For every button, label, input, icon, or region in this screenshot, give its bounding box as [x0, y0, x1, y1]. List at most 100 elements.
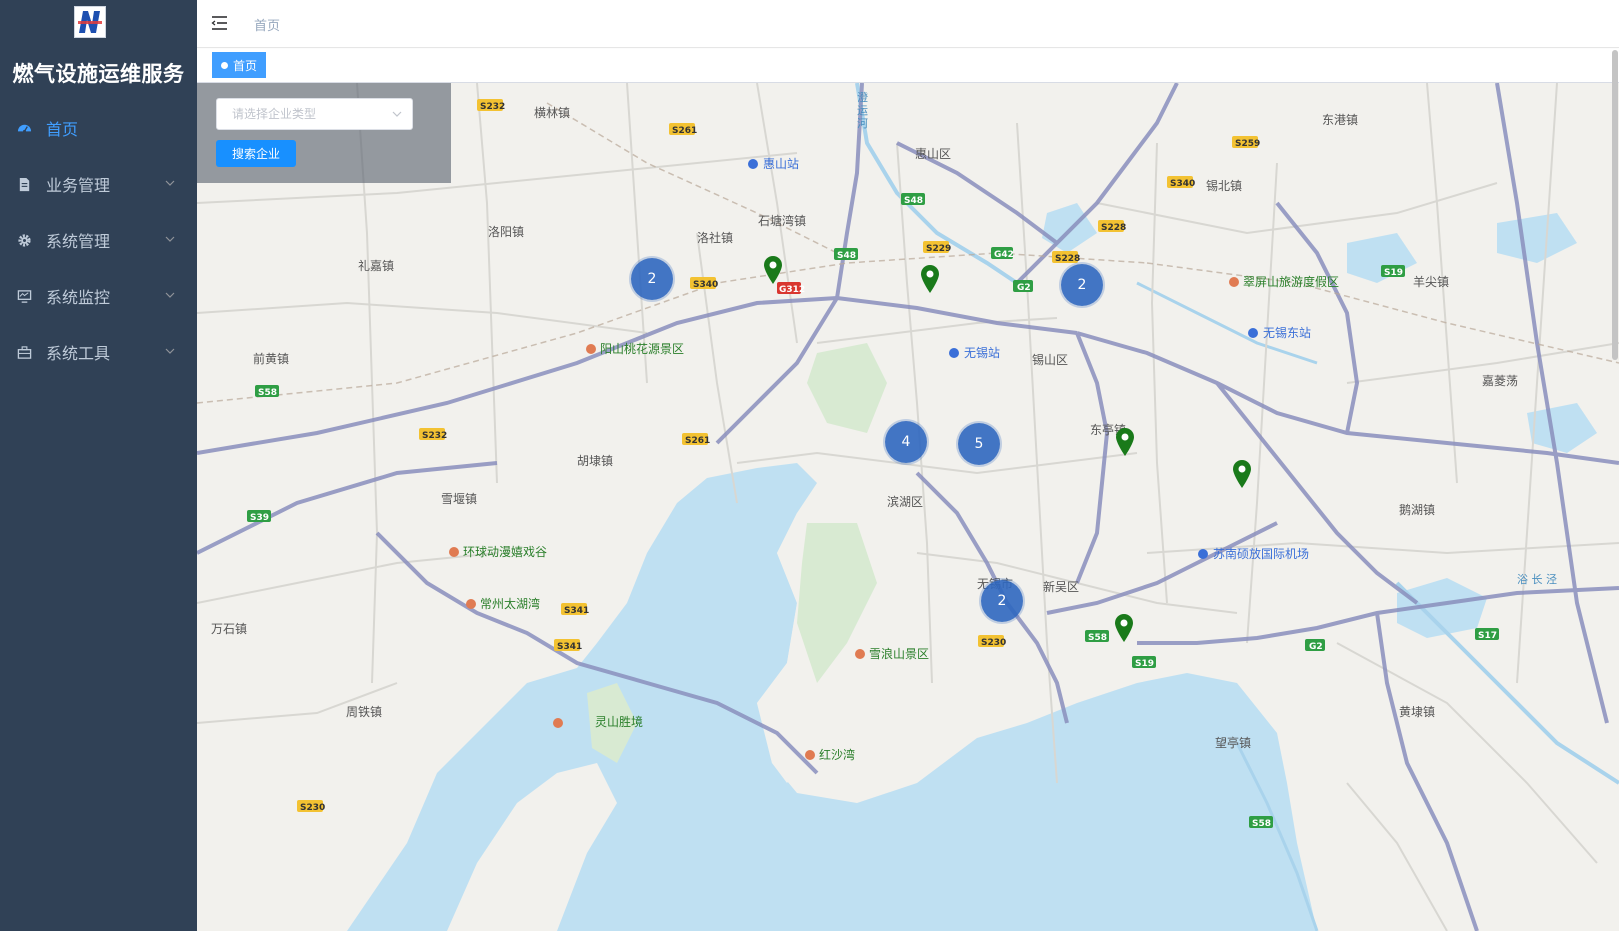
svg-text:羊尖镇: 羊尖镇	[1413, 274, 1449, 289]
sidebar-item-label: 系统管理	[46, 232, 111, 251]
sidebar-item-business[interactable]: 业务管理	[0, 156, 197, 212]
app-logo	[74, 6, 106, 38]
map-cluster[interactable]: 2	[631, 258, 673, 300]
svg-text:无锡站: 无锡站	[964, 345, 1000, 360]
document-icon	[16, 176, 32, 192]
search-company-button[interactable]: 搜索企业	[216, 140, 296, 167]
company-type-select[interactable]: 请选择企业类型	[216, 98, 413, 130]
svg-text:S341: S341	[557, 642, 582, 652]
svg-text:S340: S340	[693, 280, 718, 290]
map-canvas[interactable]: 横林镇 洛阳镇 礼嘉镇 前黄镇 胡埭镇 雪堰镇 万石镇 周铁镇 洛社镇 石塘湾镇…	[197, 83, 1619, 931]
svg-text:G312: G312	[779, 285, 805, 295]
svg-text:S230: S230	[981, 638, 1006, 648]
cluster-count: 5	[974, 436, 984, 452]
svg-text:阳山桃花源景区: 阳山桃花源景区	[600, 341, 684, 356]
map-cluster[interactable]: 2	[1061, 264, 1103, 306]
svg-text:锡北镇: 锡北镇	[1206, 178, 1242, 193]
cluster-count: 4	[901, 434, 911, 450]
svg-text:S19: S19	[1135, 659, 1154, 669]
svg-text:浴 长 泾: 浴 长 泾	[1517, 573, 1557, 586]
chevron-down-icon	[165, 236, 175, 242]
svg-text:河: 河	[857, 117, 868, 130]
svg-text:S261: S261	[685, 436, 710, 446]
svg-text:S19: S19	[1384, 268, 1403, 278]
svg-text:S58: S58	[1252, 819, 1271, 829]
svg-text:万石镇: 万石镇	[211, 622, 247, 636]
tags-view: 首页	[197, 49, 1619, 83]
svg-text:G42: G42	[994, 250, 1014, 260]
svg-text:东港镇: 东港镇	[1322, 113, 1358, 127]
chevron-down-icon	[165, 292, 175, 298]
svg-text:石塘湾镇: 石塘湾镇	[758, 213, 806, 228]
svg-text:无锡东站: 无锡东站	[1263, 325, 1311, 340]
chevron-down-icon	[165, 180, 175, 186]
svg-text:S48: S48	[837, 251, 856, 261]
svg-text:雪堰镇: 雪堰镇	[441, 492, 477, 506]
sidebar-item-label: 首页	[46, 120, 79, 139]
top-navbar: 首页	[197, 0, 1619, 48]
svg-text:G2: G2	[1309, 642, 1323, 652]
svg-text:S229: S229	[926, 244, 951, 254]
gear-icon	[16, 232, 32, 248]
svg-text:嘉菱荡: 嘉菱荡	[1482, 374, 1518, 388]
svg-text:横林镇: 横林镇	[534, 106, 570, 120]
svg-text:S232: S232	[480, 102, 505, 112]
sidebar-item-system[interactable]: 系统管理	[0, 212, 197, 268]
svg-text:S228: S228	[1101, 223, 1126, 233]
svg-text:S230: S230	[300, 803, 325, 813]
svg-text:红沙湾: 红沙湾	[819, 747, 855, 762]
svg-text:S228: S228	[1055, 254, 1080, 264]
map-pin-icon[interactable]	[762, 255, 784, 285]
svg-text:惠山站: 惠山站	[763, 157, 799, 171]
svg-text:灵山胜境: 灵山胜境	[595, 714, 643, 729]
cluster-count: 2	[997, 593, 1007, 609]
svg-text:G2: G2	[1017, 283, 1031, 293]
svg-text:望亭镇: 望亭镇	[1215, 735, 1251, 750]
map-pin-icon[interactable]	[1114, 427, 1136, 457]
svg-text:澄: 澄	[857, 90, 868, 104]
map-pin-icon[interactable]	[919, 264, 941, 294]
svg-text:胡埭镇: 胡埭镇	[577, 454, 613, 468]
svg-text:S232: S232	[422, 431, 447, 441]
svg-text:S58: S58	[258, 388, 277, 398]
svg-text:惠山区: 惠山区	[915, 147, 951, 161]
svg-text:洛社镇: 洛社镇	[697, 230, 733, 245]
sidebar-item-tools[interactable]: 系统工具	[0, 324, 197, 380]
select-placeholder: 请选择企业类型	[232, 107, 317, 121]
svg-text:苏南硕放国际机场: 苏南硕放国际机场	[1213, 546, 1309, 561]
tag-home[interactable]: 首页	[212, 52, 267, 78]
svg-text:S39: S39	[250, 513, 269, 523]
map-pin-icon[interactable]	[1113, 613, 1135, 643]
page-scrollbar[interactable]	[1612, 50, 1618, 360]
sidebar-item-monitor[interactable]: 系统监控	[0, 268, 197, 324]
svg-text:S58: S58	[1088, 633, 1107, 643]
tag-label: 首页	[233, 58, 258, 73]
cluster-count: 2	[1077, 277, 1087, 293]
map-cluster[interactable]: 2	[981, 580, 1023, 622]
svg-text:S17: S17	[1478, 631, 1497, 641]
tag-dot	[221, 61, 228, 69]
map-cluster[interactable]: 5	[958, 423, 1000, 465]
svg-text:周铁镇: 周铁镇	[346, 705, 382, 719]
monitor-icon	[16, 288, 32, 304]
svg-text:S48: S48	[904, 196, 923, 206]
sidebar-item-label: 系统监控	[46, 288, 111, 307]
svg-text:锡山区: 锡山区	[1032, 352, 1068, 367]
sidebar-menu: 首页 业务管理 系统管理 系统监控 系统工具	[0, 100, 197, 380]
sidebar: 燃气设施运维服务 首页 业务管理 系统管理 系统监控 系统工具	[0, 0, 197, 931]
svg-text:S341: S341	[564, 606, 589, 616]
map-pin-icon[interactable]	[1231, 459, 1253, 489]
map-cluster[interactable]: 4	[885, 421, 927, 463]
breadcrumb[interactable]: 首页	[254, 15, 280, 34]
sidebar-item-home[interactable]: 首页	[0, 100, 197, 156]
sidebar-item-label: 业务管理	[46, 176, 111, 195]
svg-text:黄埭镇: 黄埭镇	[1399, 705, 1435, 719]
svg-text:翠屏山旅游度假区: 翠屏山旅游度假区	[1243, 274, 1339, 289]
hamburger-icon[interactable]	[211, 14, 229, 32]
svg-text:常州太湖湾: 常州太湖湾	[480, 596, 540, 611]
cluster-count: 2	[647, 271, 657, 287]
logo-n-icon	[78, 11, 102, 33]
toolbox-icon	[16, 344, 32, 360]
svg-text:洛阳镇: 洛阳镇	[488, 224, 524, 239]
base-map: 横林镇 洛阳镇 礼嘉镇 前黄镇 胡埭镇 雪堰镇 万石镇 周铁镇 洛社镇 石塘湾镇…	[197, 83, 1619, 931]
